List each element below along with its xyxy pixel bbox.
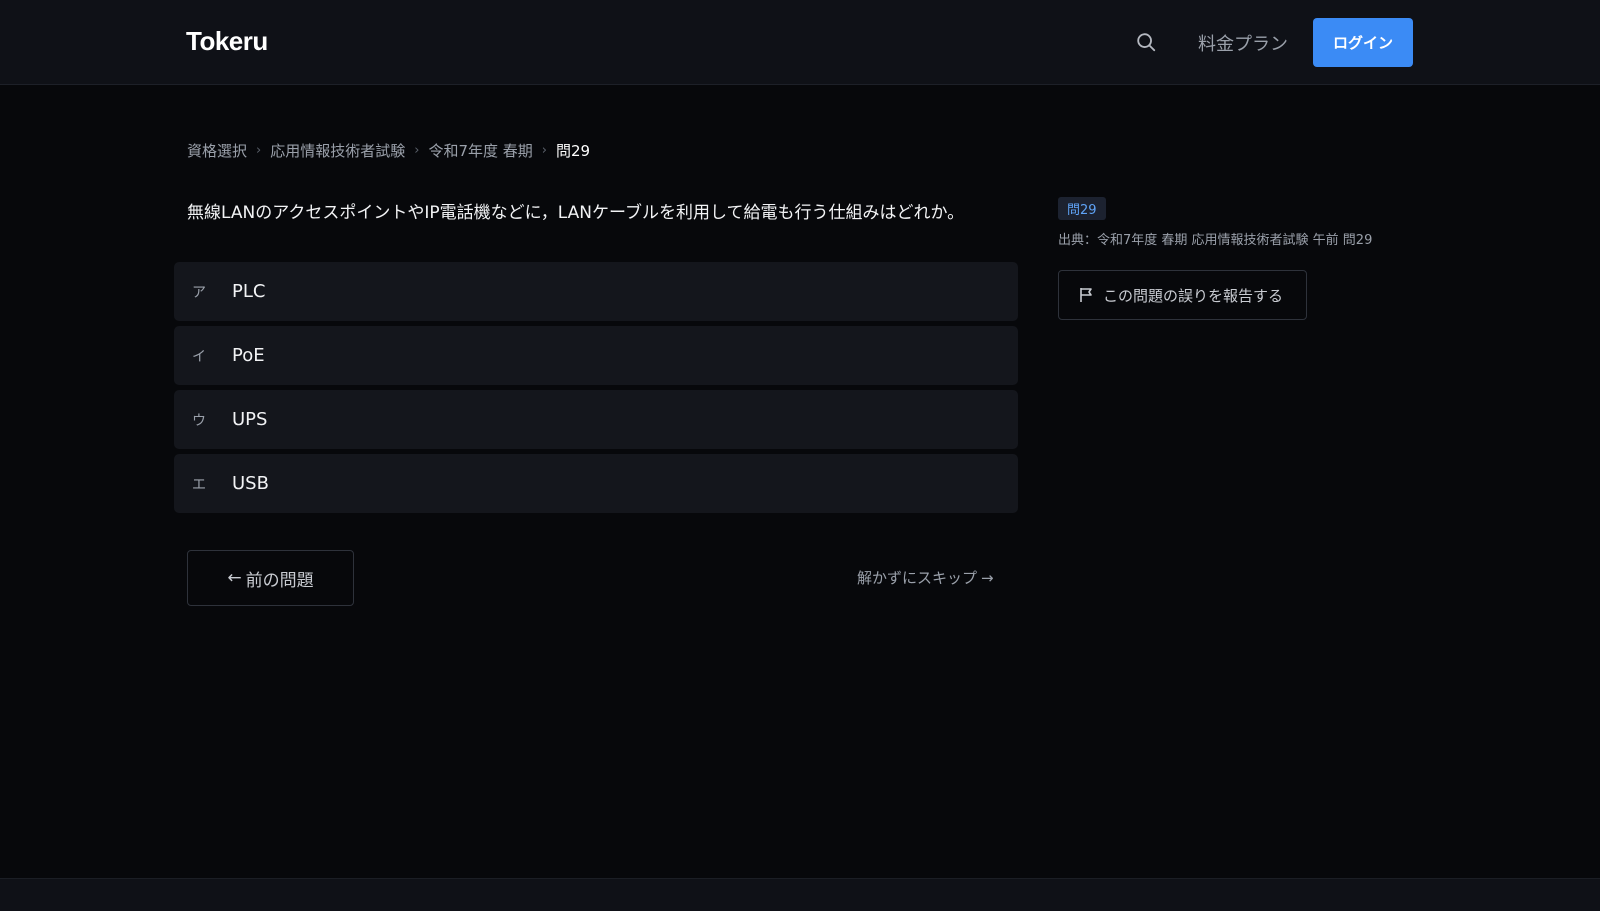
breadcrumb-item-exam[interactable]: 応用情報技術者試験 bbox=[270, 140, 405, 161]
choice-option-e[interactable]: エ USB bbox=[174, 454, 1018, 513]
choice-letter: ア bbox=[192, 284, 206, 301]
login-button[interactable]: ログイン bbox=[1313, 18, 1413, 67]
chevron-right-icon: › bbox=[414, 143, 420, 158]
breadcrumb: 資格選択 › 応用情報技術者試験 › 令和7年度 春期 › 問29 bbox=[187, 140, 590, 161]
choice-text: UPS bbox=[232, 409, 268, 430]
choice-option-i[interactable]: イ PoE bbox=[174, 326, 1018, 385]
arrow-left-icon: ← bbox=[227, 568, 242, 588]
skip-question-label: 解かずにスキップ bbox=[857, 569, 978, 587]
pricing-link[interactable]: 料金プラン bbox=[1198, 30, 1288, 56]
page-footer bbox=[0, 879, 1600, 911]
skip-question-link[interactable]: 解かずにスキップ → bbox=[857, 567, 994, 588]
choice-text: USB bbox=[232, 473, 269, 494]
previous-question-button[interactable]: ← 前の問題 bbox=[187, 550, 354, 606]
question-number-badge: 問29 bbox=[1058, 197, 1106, 220]
report-error-button[interactable]: この問題の誤りを報告する bbox=[1058, 270, 1307, 320]
choice-letter: イ bbox=[192, 348, 206, 365]
report-error-label: この問題の誤りを報告する bbox=[1103, 286, 1284, 305]
choice-list: ア PLC イ PoE ウ UPS エ USB bbox=[174, 262, 1018, 518]
choice-letter: エ bbox=[192, 476, 206, 493]
chevron-right-icon: › bbox=[541, 143, 547, 158]
flag-icon bbox=[1080, 288, 1092, 302]
previous-question-label: 前の問題 bbox=[245, 570, 314, 591]
question-text: 無線LANのアクセスポイントやIP電話機などに，LANケーブルを利用して給電も行… bbox=[187, 203, 965, 223]
search-icon bbox=[1137, 33, 1156, 52]
breadcrumb-item-qualification[interactable]: 資格選択 bbox=[187, 140, 247, 161]
breadcrumb-current: 問29 bbox=[555, 142, 591, 160]
top-header: Tokeru 料金プラン ログイン bbox=[0, 0, 1600, 85]
choice-letter: ウ bbox=[192, 412, 206, 429]
choice-option-a[interactable]: ア PLC bbox=[174, 262, 1018, 321]
choice-text: PLC bbox=[232, 281, 266, 302]
choice-option-u[interactable]: ウ UPS bbox=[174, 390, 1018, 449]
site-logo[interactable]: Tokeru bbox=[186, 26, 268, 57]
question-source: 出典：令和7年度 春期 応用情報技術者試験 午前 問29 bbox=[1058, 233, 1373, 248]
chevron-right-icon: › bbox=[256, 143, 262, 158]
breadcrumb-item-session[interactable]: 令和7年度 春期 bbox=[428, 140, 532, 161]
search-button[interactable] bbox=[1132, 28, 1160, 56]
arrow-right-icon: → bbox=[981, 568, 994, 587]
choice-text: PoE bbox=[232, 345, 265, 366]
